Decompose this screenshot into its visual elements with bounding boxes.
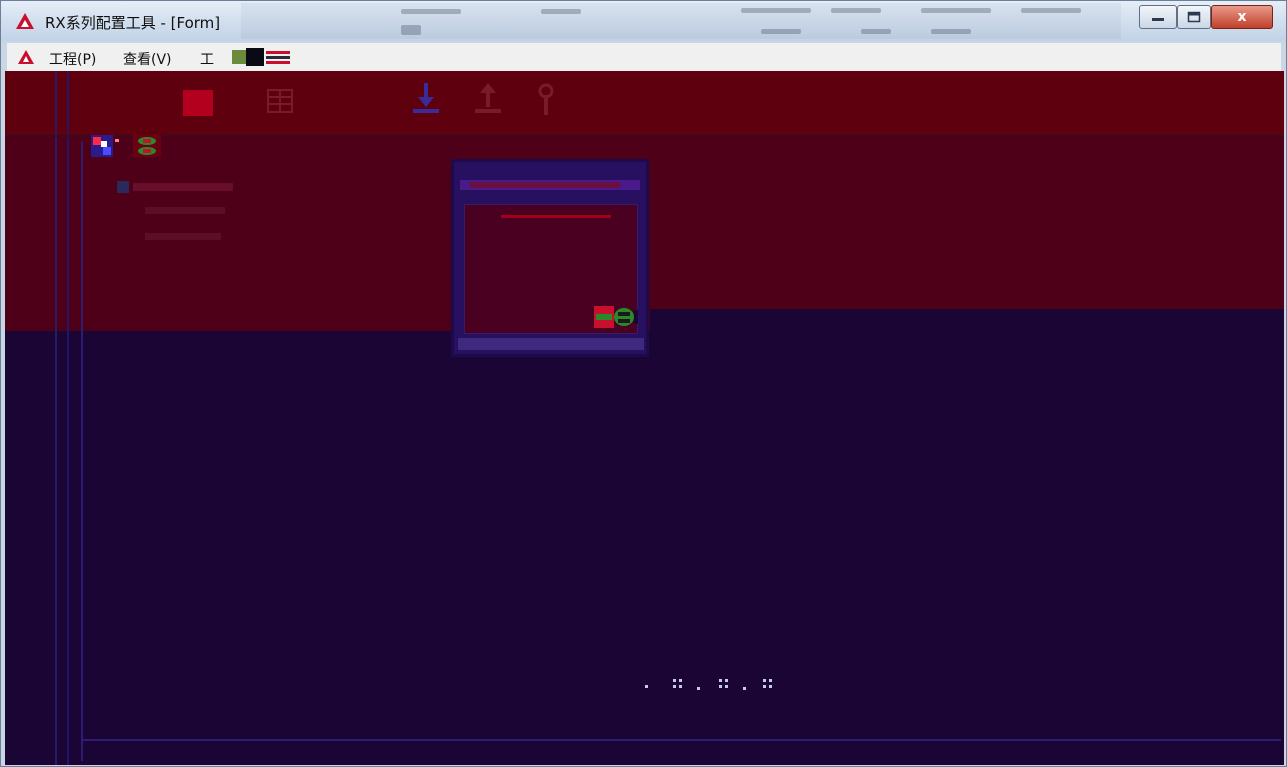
- device-icon[interactable]: [91, 135, 121, 157]
- window-title: RX系列配置工具 - [Form]: [45, 14, 221, 32]
- dialog-title-glitched: [460, 180, 640, 190]
- client-area: [5, 71, 1284, 765]
- menu-project[interactable]: 工程(P): [49, 49, 96, 69]
- title-bar[interactable]: RX系列配置工具 - [Form] x: [1, 1, 1286, 41]
- connect-icon[interactable]: [594, 306, 638, 328]
- corrupted-menu-region: [232, 48, 290, 66]
- maximize-icon: [1187, 11, 1201, 23]
- grid-icon[interactable]: [267, 89, 293, 113]
- minimize-icon: [1152, 18, 1164, 21]
- app-window: RX系列配置工具 - [Form] x 工程(P) 查看(V) 工: [0, 0, 1287, 767]
- minimize-button[interactable]: [1139, 5, 1177, 29]
- antenna-icon[interactable]: [529, 79, 563, 119]
- app-logo-icon: [18, 50, 34, 64]
- menu-view[interactable]: 查看(V): [123, 49, 172, 69]
- download-icon[interactable]: [409, 79, 443, 119]
- form-dialog[interactable]: [451, 159, 649, 357]
- stop-icon[interactable]: [183, 90, 213, 116]
- maximize-button[interactable]: [1177, 5, 1211, 29]
- dialog-footer: [458, 338, 644, 350]
- close-icon: x: [1237, 9, 1247, 25]
- close-button[interactable]: x: [1211, 5, 1273, 29]
- app-logo-icon: [16, 13, 34, 29]
- upload-icon[interactable]: [471, 79, 505, 119]
- menu-tools[interactable]: 工: [200, 49, 214, 69]
- menu-bar: 工程(P) 查看(V) 工: [7, 43, 1281, 72]
- status-dots: [635, 675, 785, 701]
- network-icon[interactable]: [133, 135, 161, 157]
- tree-view-glitched[interactable]: [117, 177, 257, 257]
- background-ghost-area: [241, 3, 1121, 39]
